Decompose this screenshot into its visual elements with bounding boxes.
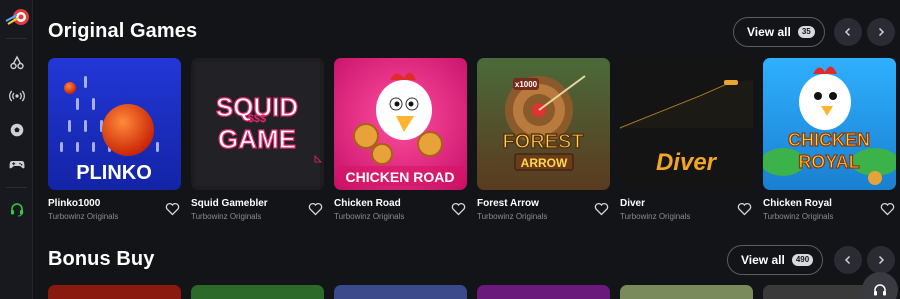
forest-arrow-thumbnail: x1000 FOREST ARROW <box>477 58 610 190</box>
carousel-next-button[interactable] <box>867 18 895 46</box>
forest-arrow-logo-text-1: FOREST <box>502 131 583 153</box>
game-provider: Turbowinz Originals <box>620 212 691 221</box>
heart-icon[interactable] <box>737 202 752 216</box>
forest-arrow-badge: x1000 <box>515 80 538 89</box>
diver-logo-text: Diver <box>656 149 718 176</box>
view-all-count-badge: 35 <box>797 26 815 38</box>
support-headset-icon <box>874 284 886 296</box>
game-title: Chicken Road <box>334 198 401 209</box>
sidebar-divider <box>6 187 27 188</box>
music-note-icon[interactable] <box>6 51 27 72</box>
carousel-next-button[interactable] <box>867 246 895 274</box>
heart-icon[interactable] <box>451 202 466 216</box>
app-window: Original Games View all 35 PLINKO Plinko… <box>0 0 900 299</box>
view-all-count-badge: 490 <box>791 254 814 266</box>
game-provider: Turbowinz Originals <box>191 212 262 221</box>
live-broadcast-icon[interactable] <box>6 85 27 106</box>
chevron-left-icon <box>844 27 851 37</box>
sidebar <box>0 0 33 299</box>
gamepad-icon[interactable] <box>6 153 27 174</box>
bonus-game-card[interactable] <box>477 285 610 299</box>
plinko-thumbnail: PLINKO <box>48 58 181 190</box>
heart-icon[interactable] <box>594 202 609 216</box>
chicken-road-thumbnail: CHICKEN ROAD <box>334 58 467 190</box>
sidebar-divider <box>6 38 27 39</box>
plinko-logo-text: PLINKO <box>76 162 152 184</box>
game-provider: Turbowinz Originals <box>48 212 119 221</box>
game-provider: Turbowinz Originals <box>334 212 405 221</box>
chicken-royal-logo-text-1: CHICKEN <box>788 130 870 150</box>
view-all-bonus-button[interactable]: View all 490 <box>727 245 824 275</box>
bonus-game-card[interactable] <box>48 285 181 299</box>
game-title: Diver <box>620 198 646 209</box>
forest-arrow-logo-text-2: ARROW <box>521 156 568 170</box>
soccer-ball-icon[interactable] <box>6 119 27 140</box>
chevron-left-icon <box>844 255 851 265</box>
main-content: Original Games View all 35 PLINKO Plinko… <box>33 0 900 299</box>
view-all-label: View all <box>747 25 791 39</box>
section-title-original-games: Original Games <box>48 20 198 42</box>
chicken-royal-logo-text-2: ROYAL <box>798 152 859 172</box>
squid-logo-text-2: GAME <box>218 124 296 154</box>
game-title: Plinko1000 <box>48 198 101 209</box>
game-card-chicken-road[interactable]: CHICKEN ROAD <box>334 58 467 190</box>
chicken-royal-thumbnail: CHICKEN ROYAL <box>763 58 896 190</box>
chicken-road-logo-text: CHICKEN ROAD <box>346 169 455 185</box>
carousel-prev-button[interactable] <box>834 246 862 274</box>
game-title: Squid Gamebler <box>191 198 268 209</box>
heart-icon[interactable] <box>308 202 323 216</box>
bonus-game-card[interactable] <box>620 285 753 299</box>
diver-thumbnail: Diver <box>620 58 753 190</box>
game-card-diver[interactable]: Diver <box>620 58 753 190</box>
bonus-game-card[interactable] <box>334 285 467 299</box>
heart-icon[interactable] <box>165 202 180 216</box>
game-provider: Turbowinz Originals <box>763 212 834 221</box>
game-card-chicken-royal[interactable]: CHICKEN ROYAL <box>763 58 896 190</box>
game-card-forest-arrow[interactable]: x1000 FOREST ARROW <box>477 58 610 190</box>
squid-gamebler-thumbnail: SQUID $$$ GAME <box>191 58 324 190</box>
chevron-right-icon <box>878 255 885 265</box>
chevron-right-icon <box>878 27 885 37</box>
headset-icon[interactable] <box>6 198 27 219</box>
game-card-plinko[interactable]: PLINKO <box>48 58 181 190</box>
logo-icon[interactable] <box>4 6 30 28</box>
bonus-game-card[interactable] <box>191 285 324 299</box>
carousel-prev-button[interactable] <box>834 18 862 46</box>
game-title: Chicken Royal <box>763 198 832 209</box>
game-title: Forest Arrow <box>477 198 539 209</box>
heart-icon[interactable] <box>880 202 895 216</box>
view-all-label: View all <box>741 253 785 267</box>
game-card-squid-gamebler[interactable]: SQUID $$$ GAME <box>191 58 324 190</box>
game-provider: Turbowinz Originals <box>477 212 548 221</box>
section-title-bonus-buy: Bonus Buy <box>48 248 155 270</box>
view-all-original-button[interactable]: View all 35 <box>733 17 825 47</box>
